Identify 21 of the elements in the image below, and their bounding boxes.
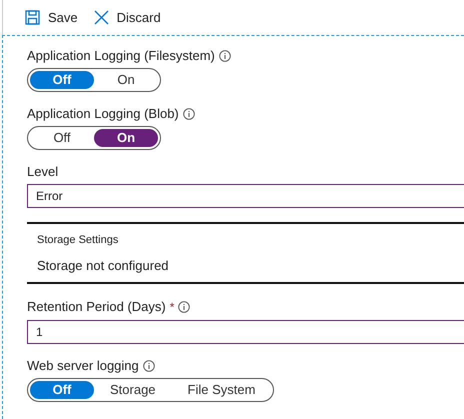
required-mark: * [170,298,174,316]
section-title: Storage Settings [37,233,120,248]
level-field[interactable]: Error [27,184,464,208]
toggle-option[interactable]: On [94,71,158,89]
field-label: Level [27,164,58,180]
field-label: Web server logging [27,358,139,374]
toggle-option[interactable]: Off [30,129,94,147]
discard-button[interactable]: Discard [94,8,161,28]
storage-status: Storage not configured [37,257,170,275]
toggle-option[interactable]: Off [30,71,94,89]
field-label: Retention Period (Days) [27,298,166,314]
input-field[interactable]: 1 [27,320,464,344]
save-icon [25,10,40,25]
toggle-option[interactable]: On [94,129,158,147]
close-icon [94,10,109,25]
save-button[interactable]: Save [25,8,78,28]
field-label: Application Logging (Blob) [27,106,179,122]
toggle-option[interactable]: Off [30,380,94,398]
toggle-option[interactable]: File System [172,380,272,398]
toggle-option[interactable]: Storage [94,380,172,398]
field-label: Application Logging (Filesystem) [27,48,215,64]
